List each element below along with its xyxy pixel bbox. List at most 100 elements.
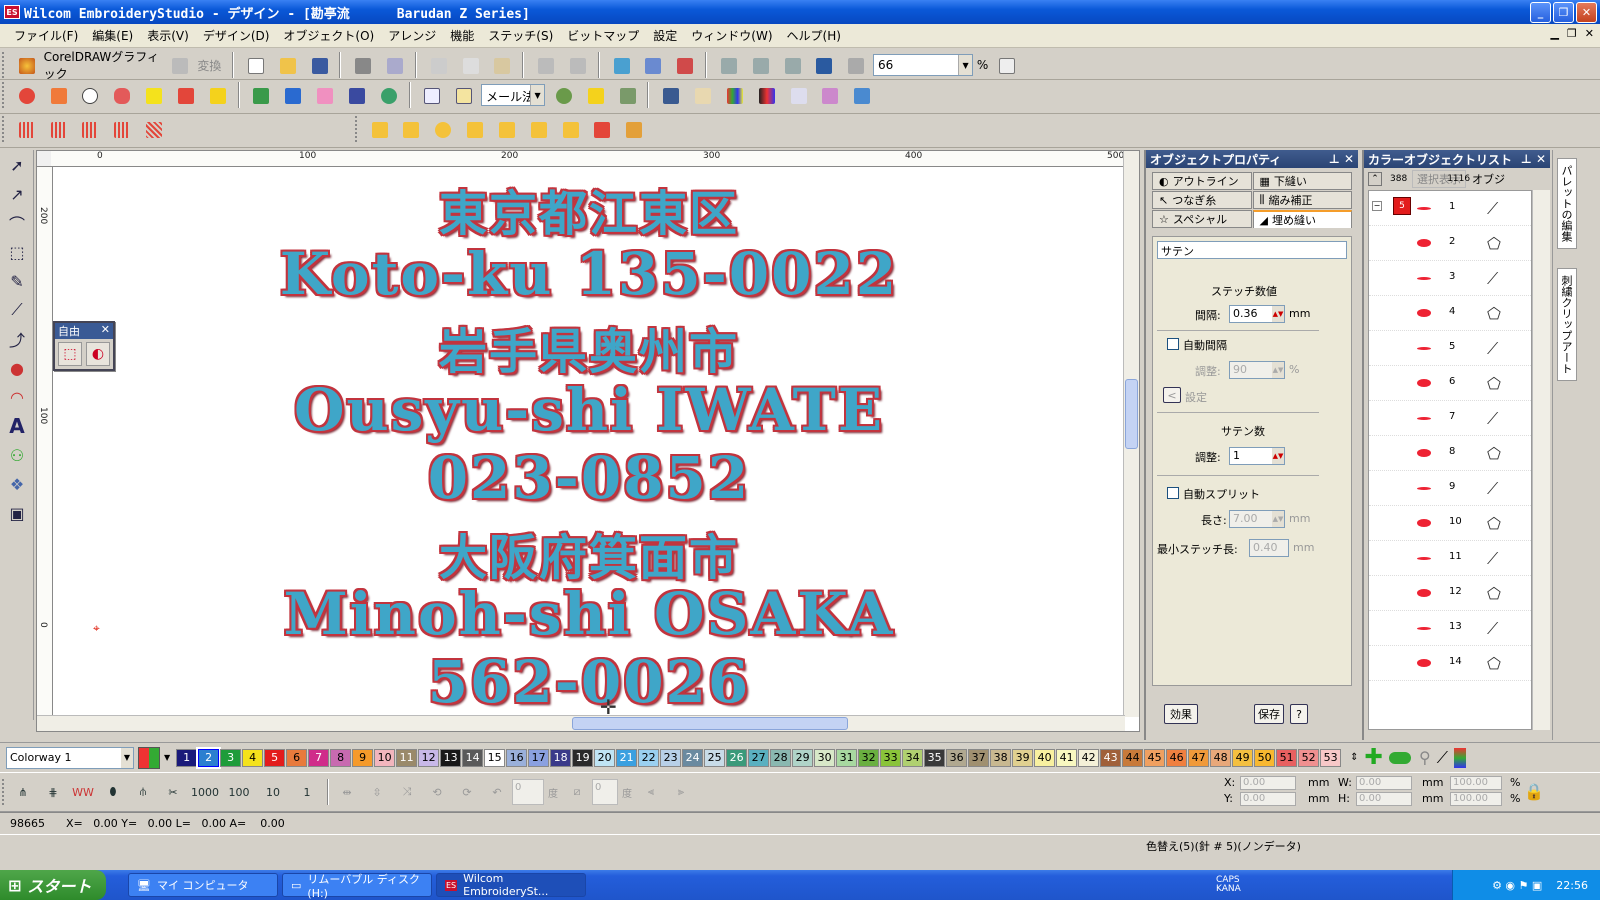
design-line-6[interactable]: 大阪府箕面市 (53, 518, 1125, 588)
effect-2-icon[interactable] (397, 116, 423, 142)
palette-swatch-1[interactable]: 1 (176, 748, 198, 767)
spacing-input[interactable]: 0.36 ▲▼ (1229, 305, 1285, 323)
print-preview-icon[interactable] (381, 52, 407, 78)
machine-icon-5[interactable] (842, 52, 868, 78)
new-file-icon[interactable] (242, 52, 268, 78)
palette-swatch-19[interactable]: 19 (572, 748, 594, 767)
palette-swatch-46[interactable]: 46 (1166, 748, 1188, 767)
lock-proportion-icon[interactable]: 🔒 (1524, 782, 1544, 801)
h-input[interactable]: 0.00 (1356, 792, 1412, 806)
slash-icon[interactable]: ⟋ (1437, 748, 1448, 768)
people-icon[interactable]: ⚇ (3, 441, 31, 469)
effects-button[interactable]: 効果 (1164, 704, 1198, 724)
turning-satin-icon[interactable] (108, 82, 134, 108)
palette-swatch-43[interactable]: 43 (1100, 748, 1122, 767)
palette-swatch-10[interactable]: 10 (374, 748, 396, 767)
palette-swatch-35[interactable]: 35 (924, 748, 946, 767)
photo-flash-icon[interactable] (343, 82, 369, 108)
travel-stitch-icon[interactable]: ⋔ (10, 779, 36, 805)
object-row[interactable]: 9 ⟋ (1369, 471, 1531, 506)
palette-swatch-52[interactable]: 52 (1298, 748, 1320, 767)
travel-satin-icon[interactable]: WW (70, 779, 96, 805)
toolbar-grip[interactable] (2, 779, 6, 805)
palette-swatch-44[interactable]: 44 (1122, 748, 1144, 767)
effect-9-icon[interactable] (620, 116, 646, 142)
angle-input[interactable]: 0 (512, 779, 544, 805)
thread-bar-icon[interactable] (753, 82, 779, 108)
stitch-player-icon[interactable] (608, 52, 634, 78)
design-line-7[interactable]: Minoh-shi OSAKA (53, 580, 1125, 648)
menu-object[interactable]: オブジェクト(O) (277, 27, 382, 44)
list-options-icon[interactable] (993, 52, 1019, 78)
object-row[interactable]: 11 ⟋ (1369, 541, 1531, 576)
toolbar-grip[interactable] (354, 116, 359, 142)
tab-outline[interactable]: ◐ アウトライン (1152, 172, 1252, 190)
grid-icon[interactable] (418, 82, 444, 108)
shapes-icon[interactable] (279, 82, 305, 108)
y-input[interactable]: 0.00 (1240, 792, 1296, 806)
lettering-a-icon[interactable]: A (3, 412, 31, 440)
palette-swatch-45[interactable]: 45 (1144, 748, 1166, 767)
object-row[interactable]: 14 ⬠ (1369, 646, 1531, 681)
palette-swatch-26[interactable]: 26 (726, 748, 748, 767)
app-icon[interactable]: ES (4, 5, 20, 19)
palette-swatch-25[interactable]: 25 (704, 748, 726, 767)
coreldraw-label[interactable]: CorelDRAWグラフィック (44, 48, 162, 82)
travel-object-icon[interactable]: ⋕ (40, 779, 66, 805)
convert-label[interactable]: 変換 (197, 57, 225, 74)
rotate-transform-icon[interactable]: ◐ (86, 342, 110, 366)
tab-special[interactable]: ☆ スペシャル (1152, 210, 1252, 228)
object-row[interactable]: 12 ⬠ (1369, 576, 1531, 611)
pin-icon[interactable]: ⊥ (1329, 152, 1340, 166)
slant-icon[interactable]: ⧄ (564, 779, 590, 805)
method-dropdown[interactable]: メール法 ▼ (481, 84, 546, 106)
spin-arrows-icon[interactable]: ▲▼ (1272, 362, 1284, 378)
toolbar-grip[interactable] (2, 116, 6, 142)
spin-arrows-icon[interactable]: ▲▼ (1272, 511, 1284, 527)
menu-view[interactable]: 表示(V) (141, 27, 197, 44)
tab-connectors[interactable]: ↖ つなぎ糸 (1152, 191, 1252, 209)
object-row[interactable]: 3 ⟋ (1369, 261, 1531, 296)
distribute-icon[interactable]: ⫸ (668, 779, 694, 805)
vertical-scrollbar[interactable] (1123, 151, 1139, 717)
mdi-restore-icon[interactable]: ❐ (1567, 27, 1577, 40)
palette-swatch-3[interactable]: 3 (220, 748, 242, 767)
object-row[interactable]: 2 ⬠ (1369, 226, 1531, 261)
print-icon[interactable] (349, 52, 375, 78)
appliqué-icon[interactable]: ▣ (3, 499, 31, 527)
horizontal-scrollbar[interactable] (37, 715, 1125, 731)
notes-icon[interactable] (689, 82, 715, 108)
min-stitch-input[interactable]: 0.40 (1249, 539, 1289, 557)
palette-swatch-8[interactable]: 8 (330, 748, 352, 767)
magic-wand-icon[interactable] (311, 82, 337, 108)
palette-swatch-50[interactable]: 50 (1254, 748, 1276, 767)
h-percent-input[interactable]: 100.00 (1450, 792, 1502, 806)
reshape-icon[interactable]: ↗ (3, 180, 31, 208)
column-b-icon[interactable] (45, 82, 71, 108)
send-machine-icon[interactable] (639, 52, 665, 78)
zigzag-stitch-icon[interactable] (76, 116, 102, 142)
clock[interactable]: 22:56 (1556, 879, 1588, 892)
palette-swatch-53[interactable]: 53 (1320, 748, 1342, 767)
colorway-grid-icon[interactable] (138, 746, 160, 769)
maximize-button[interactable]: ❐ (1553, 2, 1574, 23)
menu-help[interactable]: ヘルプ(H) (781, 27, 849, 44)
menu-edit[interactable]: 編集(E) (86, 27, 141, 44)
travel-color-icon[interactable]: ⬮ (100, 779, 126, 805)
design-line-5[interactable]: 023-0852 (53, 444, 1125, 512)
menu-settings[interactable]: 設定 (647, 27, 685, 44)
cut-icon[interactable] (425, 52, 451, 78)
menu-window[interactable]: ウィンドウ(W) (685, 27, 780, 44)
rotate-right-icon[interactable]: ⟳ (454, 779, 480, 805)
effect-1-icon[interactable] (366, 116, 392, 142)
machine-setup-icon[interactable] (657, 82, 683, 108)
palette-swatch-22[interactable]: 22 (638, 748, 660, 767)
design-line-3[interactable]: 岩手県奥州市 (53, 312, 1125, 382)
design-line-1[interactable]: 東京都江東区 (53, 174, 1125, 244)
palette-swatch-36[interactable]: 36 (946, 748, 968, 767)
task-my-computer[interactable]: 🖥 マイ コンピュータ (128, 873, 278, 897)
minimize-button[interactable]: _ (1530, 2, 1551, 23)
palette-swatch-29[interactable]: 29 (792, 748, 814, 767)
design-line-4[interactable]: Ousyu-shi IWATE (53, 376, 1125, 444)
chevron-down-icon[interactable]: ▼ (958, 55, 973, 75)
